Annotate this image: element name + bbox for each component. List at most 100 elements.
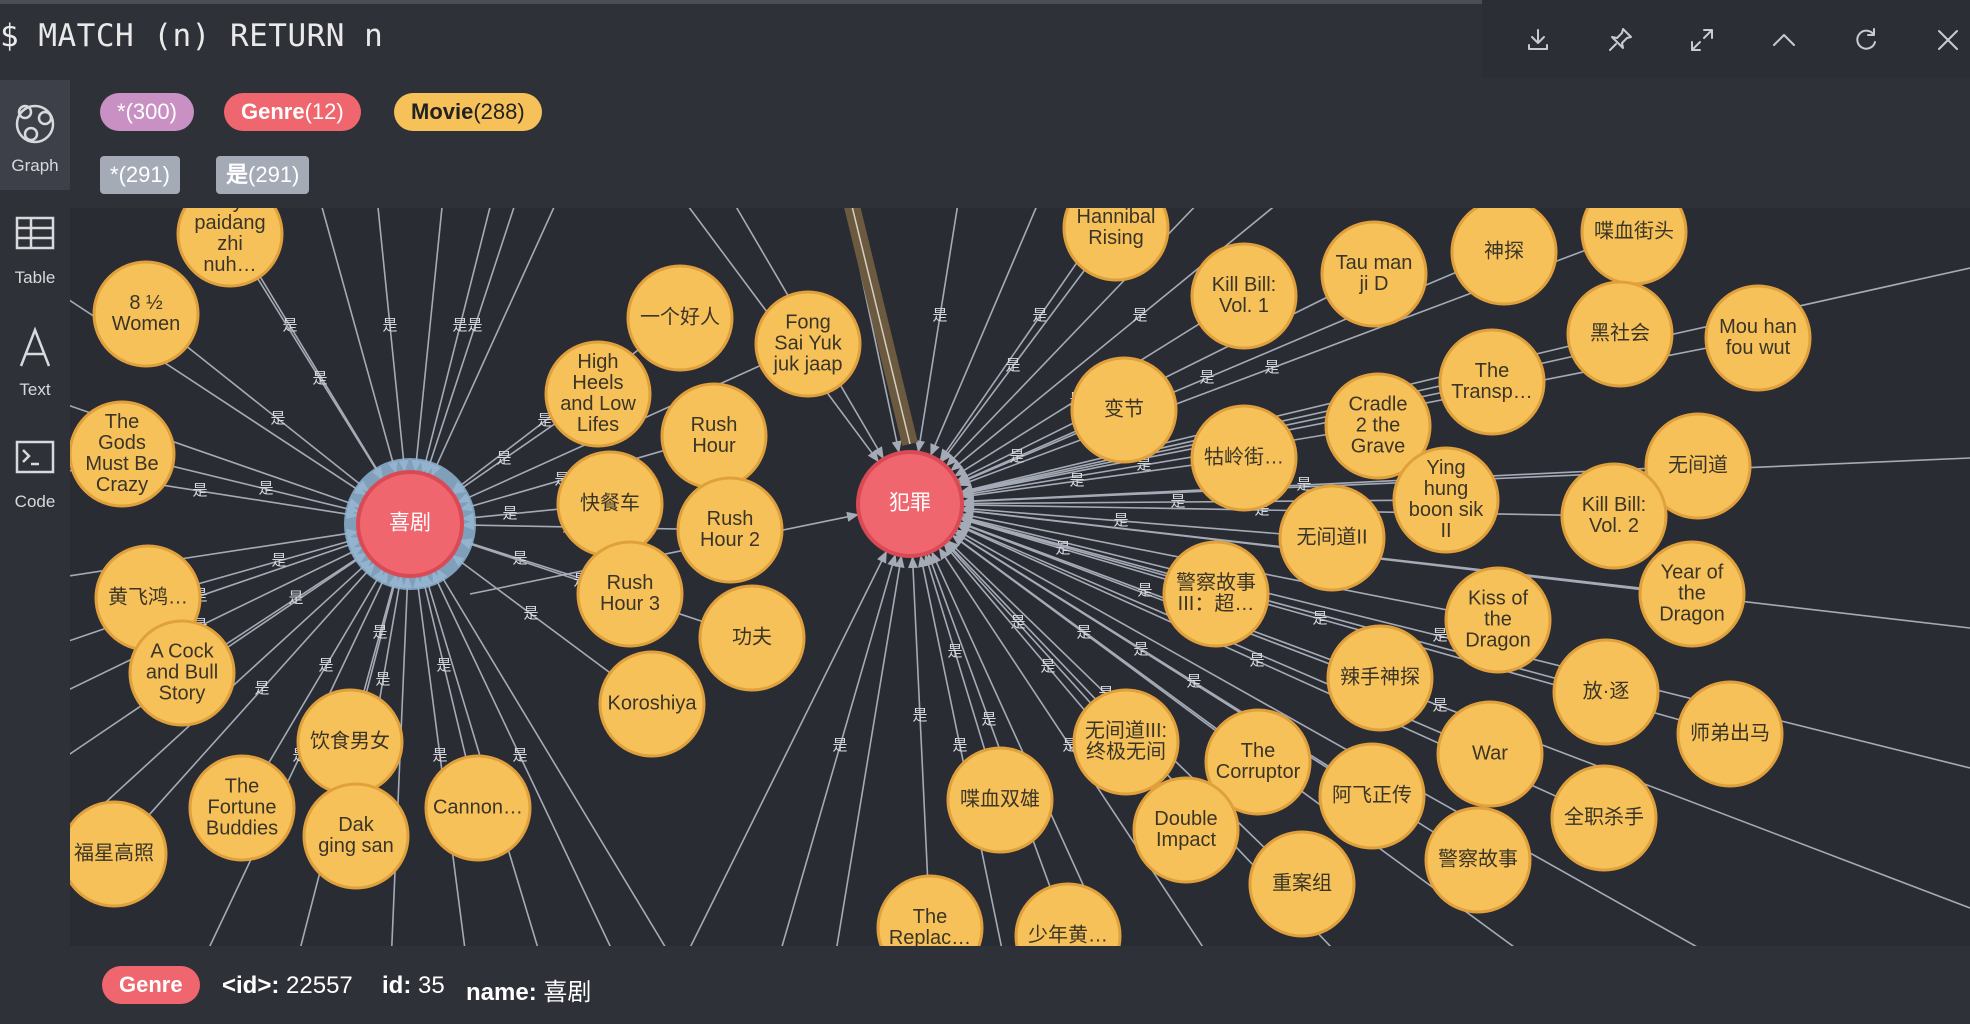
graph-svg[interactable]: 是是是是是 是是是是是是是 是是是是是是是是是是是是是是是是是是是是是是是 是是 是是是… [70,208,1970,946]
movie-node[interactable]: HighHeelsand LowLifes [544,340,652,448]
movie-node-label: The [225,775,259,797]
genre-node[interactable]: 犯罪 [856,450,964,558]
movie-node[interactable]: 变节 [1070,356,1178,464]
movie-node-label: Dak [338,814,375,836]
relationship-edge[interactable] [421,208,510,474]
movie-node[interactable]: 师弟出马 [1676,680,1784,788]
movie-node[interactable]: 福星高照 [70,800,168,908]
relationship-label: 是 [1264,359,1279,376]
relationship-edge[interactable] [961,499,1447,505]
movie-node[interactable]: Koroshiya [598,650,706,758]
relationship-edge[interactable] [911,555,931,929]
movie-node[interactable]: Year oftheDragon [1638,540,1746,648]
movie-node[interactable]: 功夫 [698,584,806,692]
movie-node[interactable]: DoubleImpact [1132,776,1240,884]
sidebar-item-label: Text [19,380,51,399]
graph-icon [15,104,55,144]
movie-node[interactable]: Cannon… [424,754,532,862]
pin-icon[interactable] [1602,22,1638,58]
movie-node[interactable]: RushHour 2 [676,476,784,584]
movie-node[interactable]: RushHour [660,382,768,490]
movie-node[interactable]: 警察故事III：超… [1162,540,1270,648]
movie-node[interactable]: A Cockand BullStory [128,619,236,727]
sidebar-item-code[interactable]: Code [0,416,70,526]
genre-node[interactable]: 喜剧 [344,458,476,590]
relationship-edge[interactable] [425,208,540,475]
query-editor[interactable]: $ MATCH (n) RETURN n [0,18,383,54]
movie-node[interactable]: Kiss oftheDragon [1444,566,1552,674]
relationship-label: 是 [467,317,482,334]
relationship-label: 是 [270,410,285,427]
movie-node[interactable]: Kill Bill:Vol. 2 [1560,462,1668,570]
expand-icon[interactable] [1684,22,1720,58]
movie-node[interactable]: 神探 [1450,208,1558,306]
movie-node[interactable]: 8 ½Women [92,260,200,368]
prop-key: id: [382,972,412,999]
relationship-edge[interactable] [370,208,406,473]
movie-node[interactable]: TheFortuneBuddies [188,754,296,862]
movie-node[interactable]: 放·逐 [1552,638,1660,746]
movie-node-label: Double [1154,808,1217,830]
legend-label-all[interactable]: *(300) [100,93,194,131]
sidebar-item-text[interactable]: Text [0,304,70,414]
movie-node[interactable]: 无间道II [1278,484,1386,592]
movie-node-label: 放·逐 [1583,679,1630,702]
relationship-edge[interactable] [917,208,970,453]
movie-node[interactable]: 无间道III:终极无间 [1072,688,1180,796]
movie-node[interactable]: TheTransp… [1438,328,1546,436]
selected-label-badge[interactable]: Genre [102,966,200,1004]
movie-node[interactable]: Dakging san [302,782,410,890]
result-toolbar [1482,0,1970,78]
movie-node[interactable]: 重案组 [1248,830,1356,938]
movie-node-label: 无间道III: [1085,719,1167,742]
movie-node[interactable]: RushHour 3 [576,540,684,648]
query-text[interactable]: MATCH (n) RETURN n [38,18,383,54]
graph-canvas[interactable]: 是是是是是是是是是是是是是是是是是是是是是是是是是是是是是是是是是是是是是是是是… [70,208,1970,946]
movie-node[interactable]: 饮食男女 [296,688,404,796]
prop-value: 35 [418,972,445,999]
movie-node[interactable]: 快餐车 [556,450,664,558]
movie-node[interactable]: TheReplac… [876,874,984,946]
movie-node[interactable]: 辣手神探 [1326,624,1434,732]
movie-node[interactable]: 一个好人 [626,264,734,372]
query-prompt: $ [0,18,20,54]
sidebar-item-table[interactable]: Table [0,192,70,302]
close-icon[interactable] [1930,22,1966,58]
movie-node-label: 辣手神探 [1340,665,1420,688]
movie-node[interactable]: HannibalRising [1062,208,1170,282]
legend-label-movie[interactable]: Movie(288) [394,93,542,131]
movie-node[interactable]: 喋血街头 [1580,208,1688,286]
movie-node[interactable]: Laiyapaidangzhinuh… [176,208,284,288]
collapse-icon[interactable] [1766,22,1802,58]
relationship-label: 是 [1009,448,1024,465]
movie-node-label: Heels [572,372,623,394]
movie-node-label: 黄飞鸿… [108,585,188,608]
legend-rel-shi[interactable]: 是(291) [216,156,310,194]
refresh-icon[interactable] [1848,22,1884,58]
sidebar-item-graph[interactable]: Graph [0,80,70,190]
movie-node[interactable]: FongSai Yukjuk jaap [754,290,862,398]
movie-node-label: boon sik [1409,499,1484,521]
movie-node[interactable]: 全职杀手 [1550,764,1658,872]
movie-node[interactable]: Yinghungboon sikII [1392,446,1500,554]
movie-node[interactable]: 牯岭街… [1190,404,1298,512]
movie-node[interactable]: 少年黄… [1014,882,1122,946]
movie-node-label: 变节 [1104,397,1144,420]
movie-node[interactable]: War [1436,700,1544,808]
movie-node[interactable]: Mou hanfou wut [1704,284,1812,392]
movie-node[interactable]: 喋血双雄 [946,746,1054,854]
legend-label-genre[interactable]: Genre(12) [224,93,361,131]
movie-node-label: Cradle [1349,393,1408,415]
movie-node[interactable]: 警察故事 [1424,806,1532,914]
movie-node-label: Kill Bill: [1582,494,1646,516]
movie-node[interactable]: 阿飞正传 [1318,742,1426,850]
legend-rel-all[interactable]: *(291) [100,156,180,194]
movie-node-label: 无间道II [1296,525,1367,548]
movie-node[interactable]: Kill Bill:Vol. 1 [1190,242,1298,350]
movie-node[interactable]: Tau manji D [1320,220,1428,328]
download-icon[interactable] [1520,22,1556,58]
movie-node-label: 功夫 [732,625,772,648]
movie-node[interactable]: 黑社会 [1566,280,1674,388]
movie-node-label: Buddies [206,817,278,839]
movie-node[interactable]: TheGodsMust BeCrazy [70,400,176,508]
